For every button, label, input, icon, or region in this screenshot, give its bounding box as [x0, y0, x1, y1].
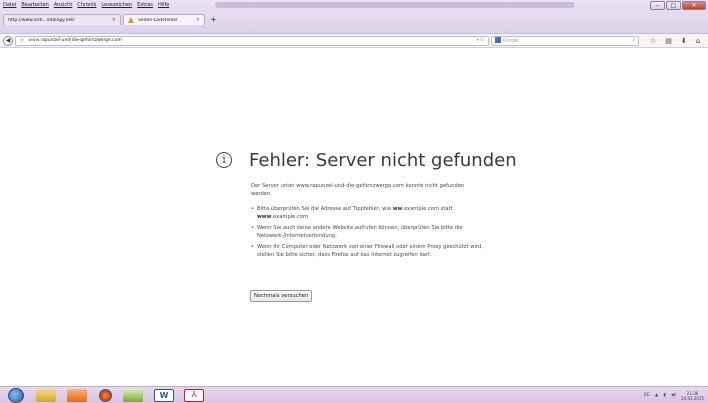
- list-item: Wenn Sie auch keine andere Website aufru…: [251, 225, 486, 240]
- language-indicator[interactable]: DE: [644, 393, 650, 398]
- back-button[interactable]: ◀: [3, 36, 13, 46]
- error-description: Der Server unter www.rapunzel-und-die-ge…: [251, 183, 465, 197]
- titlebar-decoration: [215, 2, 575, 8]
- menu-hilfe[interactable]: Hilfe: [158, 2, 169, 12]
- navigation-bar: ◀ ◎ www.rapunzel-und-die-gehirnzwerge.co…: [0, 34, 708, 48]
- search-icon[interactable]: ⌕: [632, 37, 635, 45]
- search-placeholder: Google: [503, 38, 519, 44]
- search-engine-icon[interactable]: [495, 37, 501, 43]
- file-explorer-icon[interactable]: [36, 389, 56, 402]
- downloads-icon[interactable]: ⬇: [681, 36, 687, 46]
- url-bar[interactable]: ◎ www.rapunzel-und-die-gehirnzwerge.com …: [15, 36, 489, 46]
- info-circle-icon: i: [216, 152, 232, 168]
- window-titlebar: Datei Bearbeiten Ansicht Chronik Lesezei…: [0, 0, 708, 34]
- bullet-bold-text: ww: [392, 206, 403, 212]
- word-icon[interactable]: W: [154, 389, 174, 402]
- toolbar-icons: ☆ ▤ ⬇ ⌂ ≡: [650, 36, 708, 46]
- retry-button[interactable]: Nochmals versuchen: [250, 290, 313, 302]
- tab-label: Seiten-Ladefehler: [138, 17, 178, 23]
- search-input[interactable]: Google ⌕: [491, 36, 639, 46]
- tab-seiten-ladefehler[interactable]: Seiten-Ladefehler ×: [123, 14, 205, 25]
- url-host: rapunzel-und-die-gehirnzwerge.com: [40, 38, 122, 43]
- system-tray: DE ▲ ▮ ◀) 21:36 24.02.2015: [644, 389, 704, 402]
- network-icon[interactable]: ▮: [663, 393, 665, 398]
- menu-datei[interactable]: Datei: [3, 2, 16, 12]
- bullet-text: .example.com: [271, 213, 309, 220]
- warning-icon: [128, 17, 135, 23]
- minimize-button[interactable]: –: [650, 1, 665, 10]
- tab-close-icon[interactable]: ×: [112, 17, 116, 23]
- firefox-icon[interactable]: [99, 389, 112, 402]
- tab-label: http://www.anti...ietology.net/: [8, 17, 75, 23]
- list-item: Wenn Ihr Computer oder Netzwerk von eine…: [251, 244, 486, 259]
- tab-antiscientology[interactable]: http://www.anti...ietology.net/ ×: [3, 14, 121, 25]
- tray-arrow-icon[interactable]: ▲: [655, 393, 658, 398]
- new-tab-button[interactable]: +: [207, 14, 220, 25]
- globe-icon: ◎: [20, 38, 24, 43]
- menu-extras[interactable]: Extras: [137, 2, 153, 12]
- bullet-bold-text: www: [257, 213, 272, 220]
- error-suggestions: Bitte überprüfen Sie die Adresse auf Tip…: [251, 206, 486, 263]
- url-prefix: www.: [28, 38, 41, 43]
- pdf-reader-icon[interactable]: ⅄: [184, 389, 204, 402]
- maximize-button[interactable]: □: [666, 1, 681, 10]
- menu-bar: Datei Bearbeiten Ansicht Chronik Lesezei…: [3, 2, 169, 12]
- close-window-button[interactable]: ✕: [682, 1, 706, 10]
- bullet-text: Bitte überprüfen Sie die Adresse auf Tip…: [257, 206, 393, 212]
- taskbar: W ⅄ DE ▲ ▮ ◀) 21:36 24.02.2015: [0, 386, 708, 403]
- menu-ansicht[interactable]: Ansicht: [54, 2, 72, 12]
- menu-lesezeichen[interactable]: Lesezeichen: [101, 2, 132, 12]
- bookmark-star-icon[interactable]: ☆: [650, 36, 656, 46]
- home-icon[interactable]: ⌂: [696, 36, 700, 46]
- clock[interactable]: 21:36 24.02.2015: [681, 391, 704, 401]
- list-item: Bitte überprüfen Sie die Adresse auf Tip…: [251, 206, 486, 221]
- app-icon[interactable]: [123, 389, 143, 402]
- menu-bearbeiten[interactable]: Bearbeiten: [21, 2, 48, 12]
- bullet-text: .example.com statt: [402, 206, 453, 212]
- start-button[interactable]: [8, 388, 24, 403]
- window-controls: – □ ✕: [650, 1, 706, 10]
- media-player-icon[interactable]: [67, 389, 87, 402]
- volume-icon[interactable]: ◀): [671, 393, 676, 398]
- clock-date: 24.02.2015: [681, 395, 704, 401]
- tab-close-icon[interactable]: ×: [196, 17, 200, 23]
- error-title: Fehler: Server nicht gefunden: [249, 150, 517, 171]
- tab-strip: http://www.anti...ietology.net/ × Seiten…: [3, 13, 220, 25]
- reload-icon[interactable]: ▾ ↻: [477, 37, 484, 45]
- menu-chronik[interactable]: Chronik: [77, 2, 96, 12]
- bookmarks-menu-icon[interactable]: ▤: [665, 36, 672, 46]
